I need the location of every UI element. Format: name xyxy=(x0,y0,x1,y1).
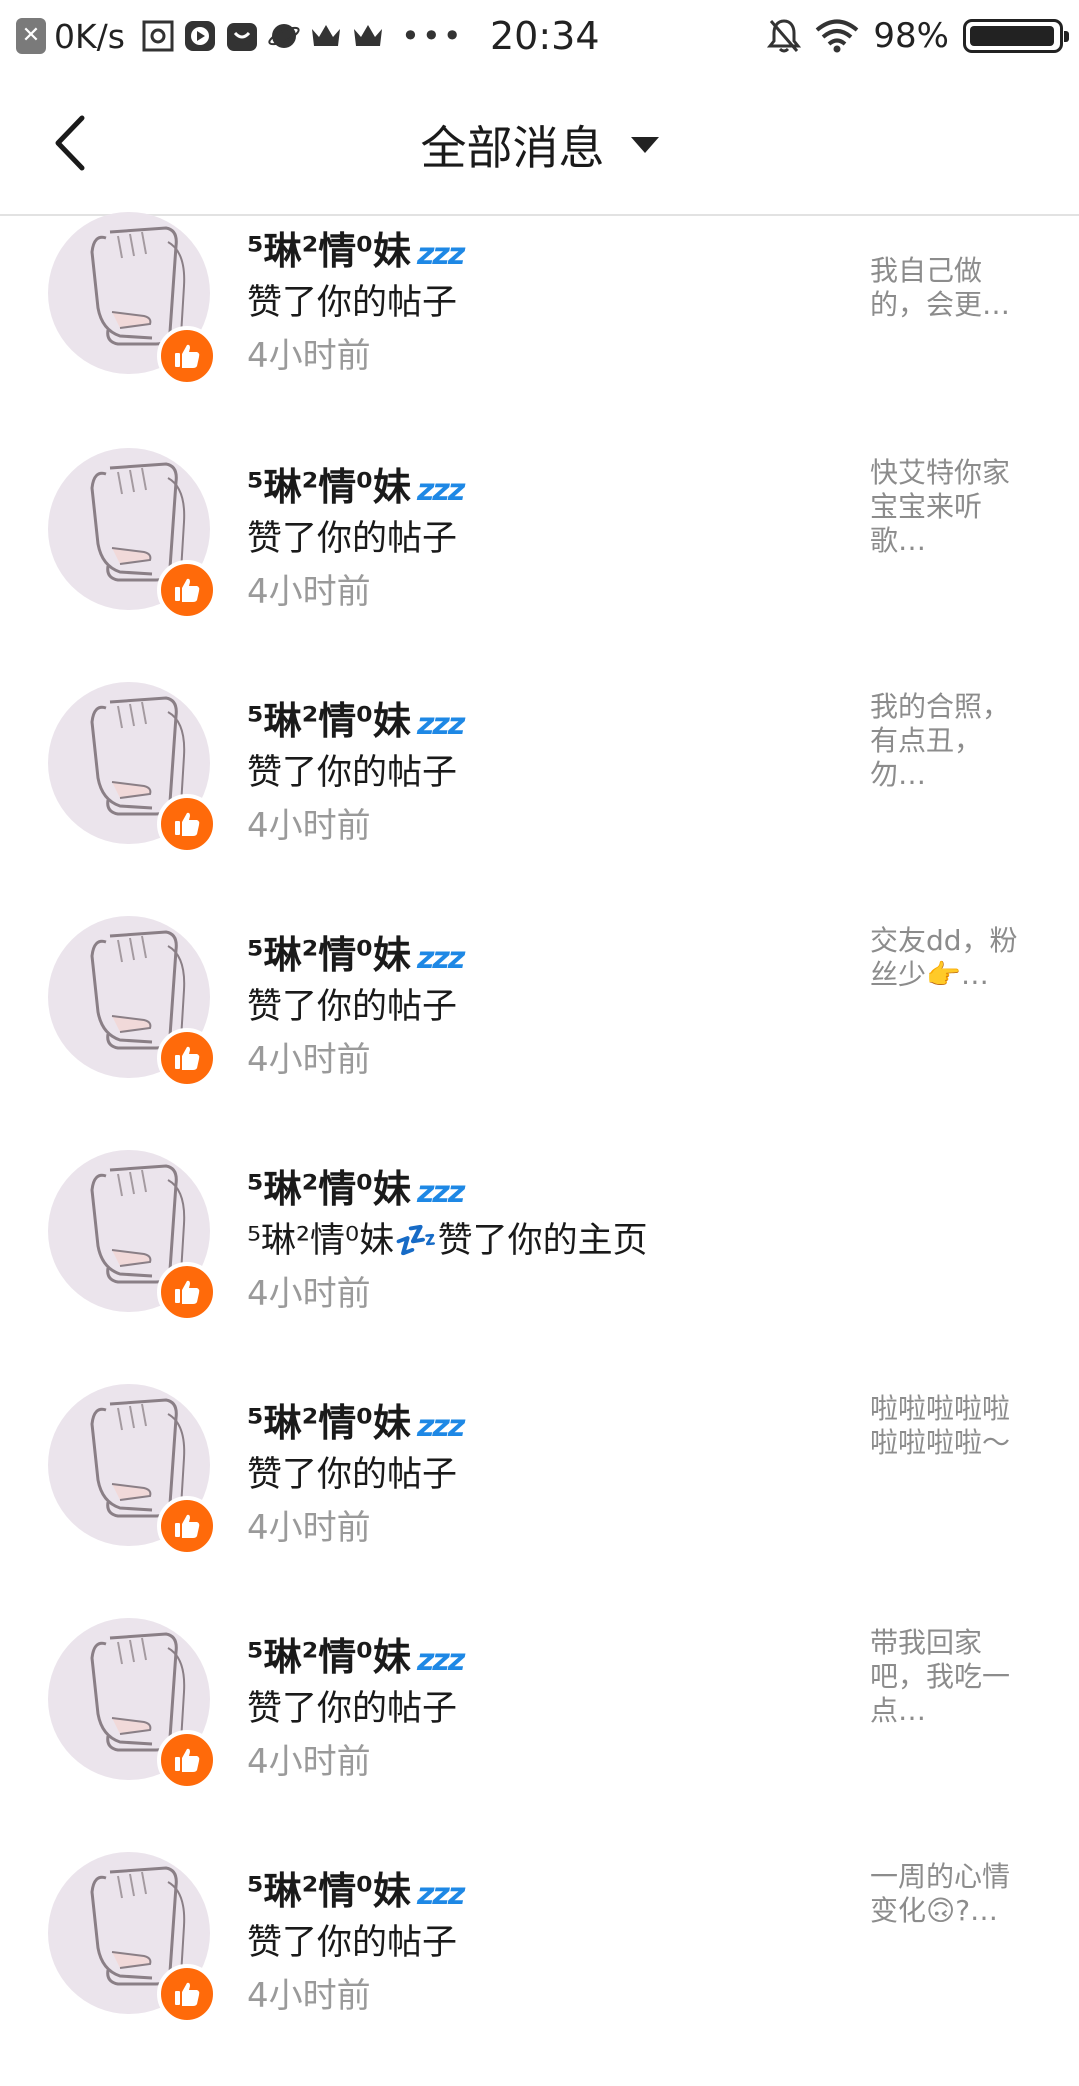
thumbs-up-icon xyxy=(175,578,200,602)
list-item[interactable]: ⁵琳²情⁰妹 zzz 赞了你的帖子 4小时前 带我回家吧，我吃一点… xyxy=(0,1618,1079,1852)
message-time: 4小时前 xyxy=(247,1976,371,2016)
post-preview[interactable]: 我的合照，有点丑，勿… xyxy=(870,690,1030,792)
nav-header: 全部消息 xyxy=(0,72,1079,216)
page-title: 全部消息 xyxy=(420,121,605,175)
status-time: 20:34 xyxy=(490,14,600,58)
thumbs-up-icon xyxy=(175,812,200,836)
like-badge xyxy=(157,326,217,386)
list-item[interactable]: ⁵琳²情⁰妹 zzz 赞了你的帖子 4小时前 快艾特你家宝宝来听歌… xyxy=(0,448,1079,682)
post-preview[interactable]: 啦啦啦啦啦啦啦啦啦～ xyxy=(870,1392,1030,1460)
message-action: ⁵琳²情⁰妹💤赞了你的主页 xyxy=(247,1221,648,1261)
thumbs-up-icon xyxy=(175,1514,200,1538)
user-name[interactable]: ⁵琳²情⁰妹 zzz xyxy=(247,1392,465,1447)
message-time: 4小时前 xyxy=(247,1274,371,1314)
like-badge xyxy=(157,1964,217,2024)
user-name[interactable]: ⁵琳²情⁰妹 zzz xyxy=(247,1626,465,1681)
list-item[interactable]: ⁵琳²情⁰妹 zzz 赞了你的帖子 4小时前 我的合照，有点丑，勿… xyxy=(0,682,1079,916)
post-preview[interactable]: 快艾特你家宝宝来听歌… xyxy=(870,456,1030,558)
sleep-emoji-icon: zzz xyxy=(416,707,465,742)
thumbs-up-icon xyxy=(175,1280,200,1304)
crown-icon-2 xyxy=(353,25,382,46)
bell-off-icon xyxy=(767,19,802,53)
message-action: 赞了你的帖子 xyxy=(247,1923,458,1963)
like-badge xyxy=(157,1496,217,1556)
like-badge xyxy=(157,560,217,620)
user-name[interactable]: ⁵琳²情⁰妹 zzz xyxy=(247,690,465,745)
message-action: 赞了你的帖子 xyxy=(247,519,458,559)
thumbs-up-icon xyxy=(175,1046,200,1070)
list-item[interactable]: ⁵琳²情⁰妹 zzz 赞了你的帖子 4小时前 一周的心情变化🙃?… xyxy=(0,1852,1079,2086)
post-preview[interactable]: 一周的心情变化🙃?… xyxy=(870,1860,1030,1928)
wifi-icon xyxy=(816,19,859,53)
planet-icon xyxy=(268,24,300,48)
post-preview[interactable]: 带我回家吧，我吃一点… xyxy=(870,1626,1030,1728)
sleep-emoji-icon: zzz xyxy=(416,941,465,976)
message-action: 赞了你的帖子 xyxy=(247,283,458,323)
like-badge xyxy=(157,794,217,854)
message-time: 4小时前 xyxy=(247,806,371,846)
message-time: 4小时前 xyxy=(247,1040,371,1080)
user-name[interactable]: ⁵琳²情⁰妹 zzz xyxy=(247,1860,465,1915)
message-action: 赞了你的帖子 xyxy=(247,1689,458,1729)
sleep-emoji-icon: zzz xyxy=(416,1175,465,1210)
list-item[interactable]: ⁵琳²情⁰妹 zzz ⁵琳²情⁰妹💤赞了你的主页 4小时前 xyxy=(0,1150,1079,1384)
list-item[interactable]: ⁵琳²情⁰妹 zzz 赞了你的帖子 4小时前 啦啦啦啦啦啦啦啦啦～ xyxy=(0,1384,1079,1618)
sleep-emoji-icon: zzz xyxy=(416,1877,465,1912)
play-icon xyxy=(184,21,215,51)
like-badge xyxy=(157,1262,217,1322)
crown-icon xyxy=(311,25,340,46)
message-action: 赞了你的帖子 xyxy=(247,753,458,793)
user-name[interactable]: ⁵琳²情⁰妹 zzz xyxy=(247,1158,465,1213)
bag-icon xyxy=(226,23,257,51)
sleep-emoji-icon: zzz xyxy=(416,473,465,508)
status-bar: ✕ 0K/s ••• 20:34 98% xyxy=(0,0,1079,72)
post-preview[interactable]: 我自己做的，会更… xyxy=(870,254,1030,322)
caret-down-icon xyxy=(630,137,659,153)
title-dropdown[interactable]: 全部消息 xyxy=(0,112,1079,178)
battery-percent: 98% xyxy=(873,16,949,56)
close-box-icon: ✕ xyxy=(16,18,46,54)
like-badge xyxy=(157,1730,217,1790)
message-time: 4小时前 xyxy=(247,572,371,612)
user-name[interactable]: ⁵琳²情⁰妹 zzz xyxy=(247,924,465,979)
thumbs-up-icon xyxy=(175,1982,200,2006)
sleep-emoji-icon: zzz xyxy=(416,237,465,272)
thumbs-up-icon xyxy=(175,1748,200,1772)
list-item[interactable]: ⁵琳²情⁰妹 zzz 赞了你的帖子 4小时前 我自己做的，会更… xyxy=(0,212,1079,448)
list-item[interactable]: ⁵琳²情⁰妹 zzz 赞了你的帖子 4小时前 交友dd，粉丝少👉… xyxy=(0,916,1079,1150)
like-badge xyxy=(157,1028,217,1088)
status-left: ✕ 0K/s ••• xyxy=(16,12,464,60)
sleep-emoji-icon: zzz xyxy=(416,1643,465,1678)
message-action: 赞了你的帖子 xyxy=(247,987,458,1027)
user-name[interactable]: ⁵琳²情⁰妹 zzz xyxy=(247,456,465,511)
status-right: 98% xyxy=(767,12,1069,60)
battery-icon xyxy=(963,19,1069,53)
sleep-emoji-icon: zzz xyxy=(416,1409,465,1444)
post-preview[interactable]: 交友dd，粉丝少👉… xyxy=(870,924,1030,992)
user-name[interactable]: ⁵琳²情⁰妹 zzz xyxy=(247,220,465,275)
lens-icon xyxy=(142,20,174,52)
more-dots-icon: ••• xyxy=(400,17,464,55)
net-speed: 0K/s xyxy=(54,16,125,56)
message-time: 4小时前 xyxy=(247,1742,371,1782)
message-time: 4小时前 xyxy=(247,1508,371,1548)
message-time: 4小时前 xyxy=(247,336,371,376)
thumbs-up-icon xyxy=(175,344,200,368)
message-action: 赞了你的帖子 xyxy=(247,1455,458,1495)
